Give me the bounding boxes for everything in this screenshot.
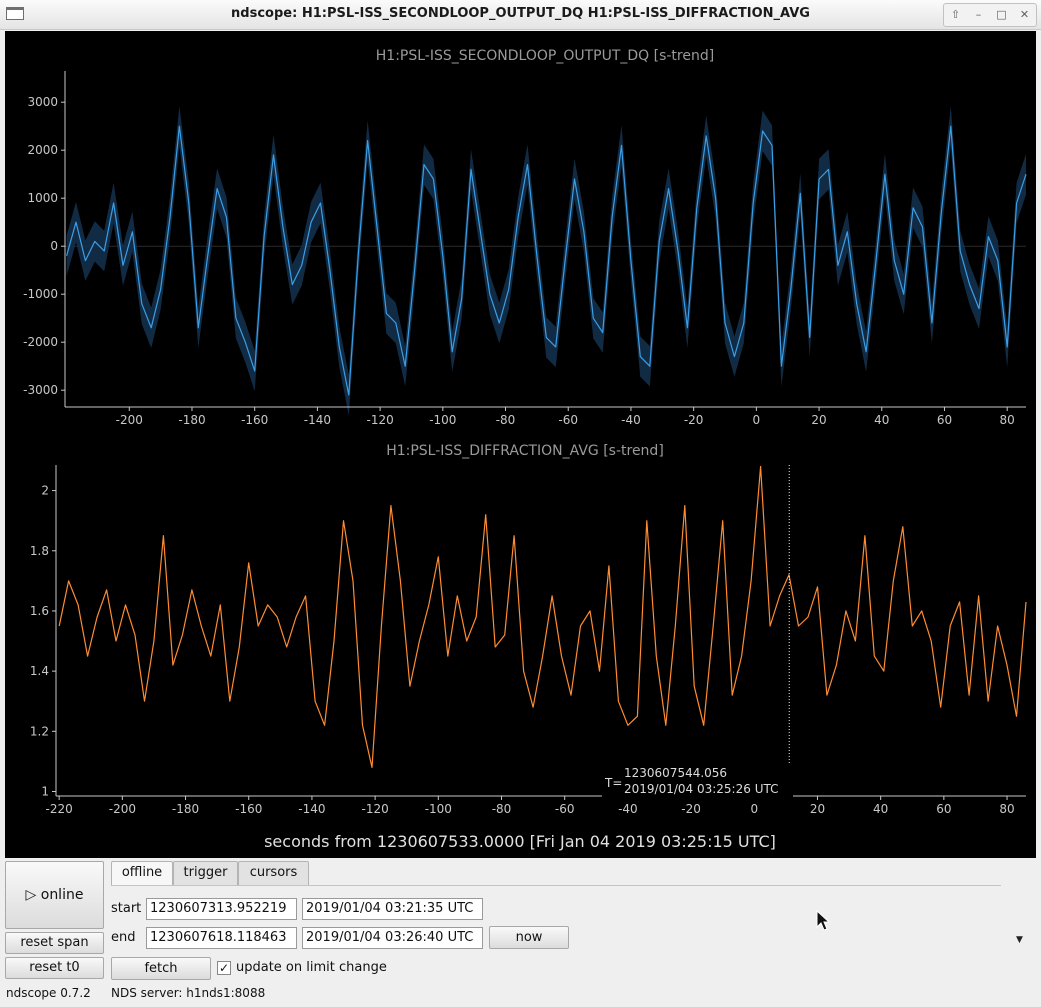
mouse-cursor-icon bbox=[816, 910, 831, 931]
x-tick-label: 0 bbox=[750, 802, 758, 816]
x-tick-label: -180 bbox=[172, 802, 199, 816]
plot1-title: H1:PSL-ISS_SECONDLOOP_OUTPUT_DQ [s-trend… bbox=[376, 48, 714, 64]
cursor-t-label: T= bbox=[604, 776, 622, 790]
start-label: start bbox=[111, 901, 142, 916]
plot2-title: H1:PSL-ISS_DIFFRACTION_AVG [s-trend] bbox=[386, 443, 664, 459]
update-checkbox[interactable]: ✓ bbox=[217, 961, 231, 975]
x-tick-label: -40 bbox=[621, 413, 641, 427]
cursor-utc-value: 2019/01/04 03:25:26 UTC bbox=[624, 782, 778, 796]
plot1[interactable]: -200 -180 -160 -140 -120 -100 -80 -60 -40 -20 0 20 4… bbox=[23, 71, 1027, 427]
maximize-icon[interactable]: □ bbox=[990, 4, 1013, 26]
reset-span-button[interactable]: reset span bbox=[5, 932, 104, 954]
window-buttons: ⇧ – □ ✕ bbox=[943, 3, 1037, 27]
version-label: ndscope 0.7.2 bbox=[6, 986, 91, 1000]
y-tick-label: 2 bbox=[41, 484, 49, 498]
tab-offline[interactable]: offline bbox=[111, 861, 173, 886]
y-tick-label: 1.2 bbox=[30, 724, 49, 738]
x-tick-label: 80 bbox=[1000, 413, 1015, 427]
cursor-gps-value: 1230607544.056 bbox=[624, 766, 727, 780]
y-tick-label: 1 bbox=[41, 784, 49, 798]
y-tick-label: 1000 bbox=[27, 191, 58, 205]
plot2[interactable]: -220 -200 -180 -160 -140 -120 -100 -80 -60 -40 -20… bbox=[30, 465, 1027, 816]
x-tick-label: -140 bbox=[298, 802, 325, 816]
now-button[interactable]: now bbox=[489, 926, 569, 949]
x-tick-label: 60 bbox=[936, 802, 951, 816]
minimize-icon[interactable]: – bbox=[967, 4, 990, 26]
x-tick-label: -160 bbox=[235, 802, 262, 816]
x-tick-label: -120 bbox=[362, 802, 389, 816]
x-tick-label: -200 bbox=[116, 413, 143, 427]
end-label: end bbox=[111, 930, 136, 945]
x-tick-label: -60 bbox=[558, 413, 578, 427]
y-tick-label: 1.8 bbox=[30, 544, 49, 558]
min-max-band bbox=[66, 106, 1027, 416]
x-tick-label: 20 bbox=[810, 802, 825, 816]
x-tick-label: -40 bbox=[618, 802, 638, 816]
x-tick-label: 40 bbox=[873, 802, 888, 816]
start-gps-field[interactable]: 1230607313.952219 bbox=[146, 898, 297, 920]
y-tick-label: 1.6 bbox=[30, 604, 49, 618]
close-icon[interactable]: ✕ bbox=[1013, 4, 1036, 26]
plot-area[interactable]: H1:PSL-ISS_SECONDLOOP_OUTPUT_DQ [s-trend… bbox=[5, 31, 1036, 858]
y-tick-label: -3000 bbox=[23, 383, 58, 397]
reset-t0-button[interactable]: reset t0 bbox=[5, 957, 104, 979]
tab-divider bbox=[111, 885, 1001, 886]
y-tick-label: 0 bbox=[50, 239, 58, 253]
y-tick-label: 2000 bbox=[27, 143, 58, 157]
x-tick-label: -180 bbox=[178, 413, 205, 427]
start-utc-field[interactable]: 2019/01/04 03:21:35 UTC bbox=[302, 898, 483, 920]
x-tick-label: 80 bbox=[999, 802, 1014, 816]
x-tick-label: -20 bbox=[684, 413, 704, 427]
x-tick-label: -140 bbox=[304, 413, 331, 427]
x-tick-label: -220 bbox=[46, 802, 73, 816]
x-tick-label: 20 bbox=[811, 413, 826, 427]
tab-cursors[interactable]: cursors bbox=[238, 861, 309, 885]
x-axis-label: seconds from 1230607533.0000 [Fri Jan 04… bbox=[264, 832, 776, 851]
y-tick-label: -1000 bbox=[23, 287, 58, 301]
chevron-down-icon[interactable]: ▼ bbox=[1016, 935, 1023, 945]
y-tick-label: -2000 bbox=[23, 335, 58, 349]
series-line bbox=[58, 465, 1027, 769]
x-tick-label: 60 bbox=[937, 413, 952, 427]
x-tick-label: -160 bbox=[241, 413, 268, 427]
x-tick-label: -80 bbox=[496, 413, 516, 427]
x-tick-label: -120 bbox=[366, 413, 393, 427]
x-tick-label: -20 bbox=[681, 802, 701, 816]
shade-icon[interactable]: ⇧ bbox=[944, 4, 967, 26]
window-title: ndscope: H1:PSL-ISS_SECONDLOOP_OUTPUT_DQ… bbox=[231, 6, 810, 21]
y-tick-label: 1.4 bbox=[30, 664, 49, 678]
x-tick-label: -200 bbox=[109, 802, 136, 816]
update-label: update on limit change bbox=[236, 960, 387, 975]
title-bar: ndscope: H1:PSL-ISS_SECONDLOOP_OUTPUT_DQ… bbox=[0, 0, 1041, 30]
x-tick-label: -100 bbox=[429, 413, 456, 427]
x-tick-label: -100 bbox=[425, 802, 452, 816]
end-utc-field[interactable]: 2019/01/04 03:26:40 UTC bbox=[302, 927, 483, 949]
x-tick-label: -80 bbox=[492, 802, 512, 816]
plots-svg[interactable]: H1:PSL-ISS_SECONDLOOP_OUTPUT_DQ [s-trend… bbox=[5, 31, 1036, 858]
online-button[interactable]: ▷ online bbox=[5, 861, 104, 929]
end-gps-field[interactable]: 1230607618.118463 bbox=[146, 927, 297, 949]
fetch-button[interactable]: fetch bbox=[111, 957, 211, 980]
y-tick-label: 3000 bbox=[27, 95, 58, 109]
x-tick-label: 40 bbox=[874, 413, 889, 427]
server-label: NDS server: h1nds1:8088 bbox=[111, 986, 266, 1000]
x-tick-label: 0 bbox=[753, 413, 761, 427]
tab-trigger[interactable]: trigger bbox=[173, 861, 238, 885]
x-tick-label: -60 bbox=[555, 802, 575, 816]
